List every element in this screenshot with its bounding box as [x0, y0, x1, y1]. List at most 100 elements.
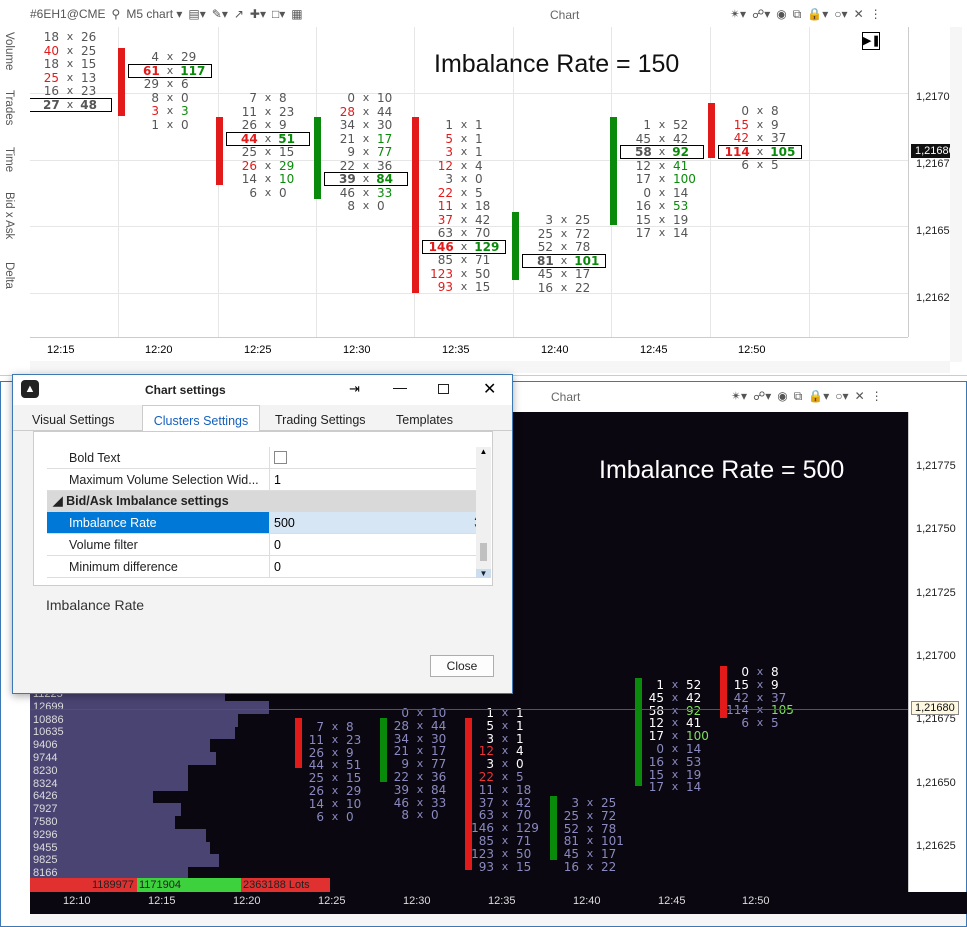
grid-scrollbar[interactable]: ▲ ▼	[476, 447, 491, 578]
pin-icon[interactable]: ⇥	[349, 381, 360, 397]
side-tab-bidask[interactable]: Bid x Ask	[3, 192, 15, 239]
price-label: 1,21775	[916, 460, 956, 472]
cluster-cell: 14 x 10	[218, 172, 318, 186]
cluster-cell: 15 x 9	[710, 118, 810, 132]
side-tab-delta[interactable]: Delta	[3, 262, 15, 289]
time-label: 12:50	[742, 895, 770, 907]
side-tab-time[interactable]: Time	[3, 147, 15, 172]
cluster-cell: 9 x 77	[316, 145, 416, 159]
close-icon[interactable]: ✕	[483, 379, 496, 399]
lock-icon[interactable]: 🔒▾	[808, 389, 829, 403]
close-button[interactable]: Close	[430, 655, 494, 677]
separator: x	[166, 117, 174, 131]
top-chart-window: #6EH1@CME ⚲ M5 chart ▾ ▤▾ ✎▾ ↗ ✚▾ □▾ ▦ C…	[0, 0, 967, 376]
scroll-thumb[interactable]	[480, 543, 487, 561]
indicator-icon[interactable]: ↗	[234, 7, 244, 21]
search-icon[interactable]: ⚲	[112, 7, 121, 21]
row-imbalance-rate[interactable]: Imbalance Rate 500 ▲▼	[47, 512, 487, 534]
row-bold-text[interactable]: Bold Text	[47, 447, 487, 469]
bid-value: 114	[724, 144, 750, 159]
scroll-up-icon[interactable]: ▲	[476, 447, 491, 456]
menu-icon[interactable]: ⋮	[870, 7, 882, 21]
total-lots: 2363188 Lots	[241, 878, 330, 892]
separator: x	[658, 145, 666, 158]
side-tab-volume[interactable]: Volume	[3, 32, 15, 70]
bid-value: 52	[537, 240, 553, 254]
timeframe-dropdown[interactable]: M5 chart ▾	[126, 7, 182, 21]
top-time-axis[interactable]: 12:15 12:20 12:25 12:30 12:35 12:40 12:4…	[30, 337, 908, 361]
prop-value[interactable]: 0	[269, 534, 487, 555]
bid-value: 21	[339, 131, 355, 146]
scroll-down-icon[interactable]: ▼	[476, 569, 491, 578]
bottom-time-axis[interactable]: 12:10 12:15 12:20 12:25 12:30 12:35 12:4…	[30, 892, 967, 914]
separator: x	[362, 199, 370, 212]
separator: x	[362, 118, 370, 131]
play-button[interactable]: ▶❚	[862, 32, 881, 50]
cursor-icon[interactable]: ✴▾	[730, 7, 746, 21]
bottom-price-scale[interactable]: 1,21775 1,21750 1,21725 1,21700 1,21675 …	[908, 412, 959, 892]
menu-icon[interactable]: ⋮	[871, 389, 883, 403]
bid-value: 45	[635, 131, 651, 146]
bid-value: 16	[537, 280, 553, 295]
row-volume-filter[interactable]: Volume filter 0	[47, 534, 487, 556]
copy-icon[interactable]: ⧉	[793, 7, 802, 22]
row-minimum-difference[interactable]: Minimum difference 0	[47, 556, 487, 578]
maximize-icon[interactable]	[438, 384, 449, 394]
settings-icon[interactable]: ✕	[855, 389, 865, 403]
bid-value: 40	[43, 43, 59, 58]
camera-icon[interactable]: ◉	[776, 7, 786, 21]
tab-clusters-settings[interactable]: Clusters Settings	[142, 405, 260, 432]
add-icon[interactable]: ✚▾	[250, 7, 266, 21]
tab-visual-settings[interactable]: Visual Settings	[32, 413, 114, 427]
tab-trading-settings[interactable]: Trading Settings	[275, 413, 366, 427]
time-label: 12:30	[403, 895, 431, 907]
symbol-label[interactable]: #6EH1@CME	[30, 7, 106, 21]
tab-templates[interactable]: Templates	[396, 413, 453, 427]
bid-value: 26	[241, 158, 257, 173]
row-max-volume[interactable]: Maximum Volume Selection Wid... 1	[47, 469, 487, 491]
minimize-icon[interactable]: —	[393, 379, 407, 395]
separator: x	[560, 240, 568, 253]
separator: x	[460, 131, 468, 145]
ask-value: 25	[81, 43, 97, 58]
lock-icon[interactable]: 🔒▾	[807, 7, 828, 21]
settings-icon[interactable]: ✕	[854, 7, 864, 21]
bold-text-checkbox[interactable]	[269, 447, 487, 468]
window-icon[interactable]: □▾	[272, 7, 285, 21]
copy-icon[interactable]: ⧉	[794, 389, 803, 404]
ask-value: 17	[377, 131, 393, 146]
separator: x	[166, 63, 174, 77]
ask-value: 1	[475, 118, 483, 132]
cluster-cell: 26 x 9	[218, 118, 318, 132]
prop-label: Maximum Volume Selection Wid...	[69, 473, 259, 487]
cluster-cell: 58 x 92	[620, 145, 704, 159]
link-icon[interactable]: ☍▾	[752, 7, 770, 21]
profile-bar	[30, 752, 216, 765]
dialog-title: Chart settings	[145, 383, 226, 397]
top-scrollbar[interactable]	[950, 27, 962, 362]
camera-icon[interactable]: ◉	[777, 389, 787, 403]
dialog-titlebar[interactable]: ▲ Chart settings ⇥ — ✕	[13, 375, 512, 405]
link-icon[interactable]: ☍▾	[753, 389, 771, 403]
circle-icon[interactable]: ○▾	[834, 7, 847, 21]
bottom-hscroll[interactable]	[30, 914, 966, 926]
cursor-icon[interactable]: ✴▾	[731, 389, 747, 403]
top-hscroll[interactable]	[30, 361, 950, 373]
separator: x	[416, 808, 424, 822]
cluster-cell: 6x0	[218, 186, 318, 200]
section-header[interactable]: ◢ Bid/Ask Imbalance settings	[47, 491, 487, 512]
ask-value: 30	[377, 118, 393, 132]
prop-value[interactable]: 1	[269, 469, 487, 490]
circle-icon[interactable]: ○▾	[835, 389, 848, 403]
side-tab-trades[interactable]: Trades	[3, 90, 15, 125]
profile-label: 12699	[33, 700, 64, 713]
separator: x	[460, 145, 468, 158]
cluster-cell: 1x0	[120, 118, 220, 132]
draw-tool-icon[interactable]: ✎▾	[212, 7, 228, 21]
chart-type-icon[interactable]: ▤▾	[188, 7, 205, 21]
bid-value: 15	[733, 117, 749, 132]
prop-value[interactable]: 0	[269, 556, 487, 577]
template-icon[interactable]: ▦	[291, 7, 302, 21]
imbalance-rate-input[interactable]: 500	[269, 512, 487, 533]
time-label: 12:40	[541, 344, 569, 356]
